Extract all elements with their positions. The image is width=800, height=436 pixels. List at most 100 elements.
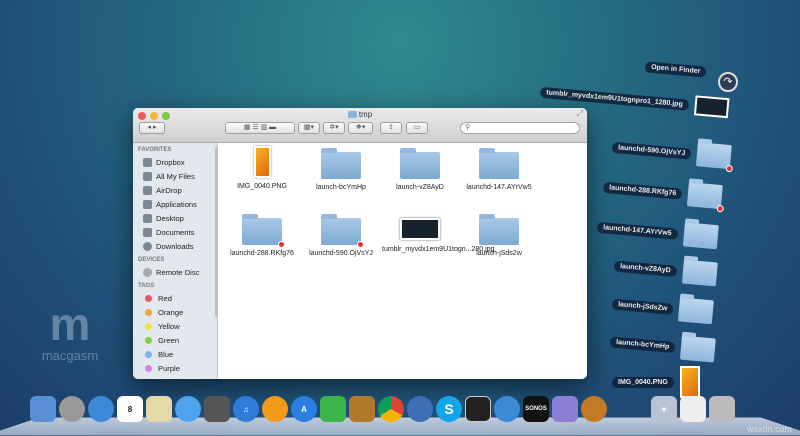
sidebar-item-documents[interactable]: Documents bbox=[133, 225, 217, 239]
stack-item[interactable]: launch-jSdsZw bbox=[611, 292, 715, 325]
folder-icon bbox=[681, 259, 718, 287]
finder-window: tmp ⤢ ◂ ▸ ▦ ☰ ▥ ▬ ▦▾ ✲▾ ❖▾ ⇪ ▭ ⚲ FAVORIT… bbox=[133, 108, 587, 379]
stack-item[interactable]: launchd-147.AYrVw5 bbox=[596, 215, 719, 250]
tag-dot-icon bbox=[145, 336, 152, 344]
folder-icon bbox=[696, 142, 734, 173]
sidebar-scrollbar[interactable] bbox=[215, 147, 218, 317]
file-item[interactable]: launch-vZ8AyD bbox=[382, 146, 458, 192]
sidebar-item-airdrop[interactable]: AirDrop bbox=[133, 183, 217, 197]
file-item[interactable]: launch-bcYmHp bbox=[303, 146, 379, 192]
airdrop-icon bbox=[143, 185, 152, 195]
tag-purple[interactable]: Purple bbox=[133, 361, 217, 375]
stack-item[interactable]: launchd-288.RKfg76 bbox=[602, 175, 725, 213]
back-forward-button[interactable]: ◂ ▸ bbox=[139, 122, 165, 134]
folder-icon bbox=[680, 335, 717, 363]
dock-messages-icon[interactable] bbox=[175, 396, 201, 422]
dock-document-icon[interactable] bbox=[680, 396, 706, 422]
action-gear-button[interactable]: ✲▾ bbox=[323, 122, 345, 134]
logo-text: macgasm bbox=[41, 348, 99, 363]
dock-sonos-icon[interactable]: SONOS bbox=[523, 396, 549, 422]
dock-chrome-icon[interactable] bbox=[378, 396, 404, 422]
dock-coffee-icon[interactable] bbox=[581, 396, 607, 422]
tag-green[interactable]: Green bbox=[133, 333, 217, 347]
file-item[interactable]: tumblr_myvdx1em9U1togn...280.jpg bbox=[382, 212, 494, 254]
dock-ibooks-icon[interactable] bbox=[262, 396, 288, 422]
share-button[interactable]: ⇪ bbox=[380, 122, 402, 134]
search-input[interactable]: ⚲ bbox=[460, 122, 580, 134]
folder-icon bbox=[321, 214, 364, 248]
dock-preview-icon[interactable] bbox=[146, 396, 172, 422]
tag-orange[interactable]: Orange bbox=[133, 305, 217, 319]
tags-header: TAGS bbox=[138, 283, 155, 289]
file-grid: IMG_0040.PNG launch-bcYmHp launch-vZ8AyD… bbox=[221, 143, 587, 379]
file-item[interactable]: launchd-590.OjVsYJ bbox=[303, 212, 379, 258]
folder-icon bbox=[347, 111, 357, 118]
tag-yellow[interactable]: Yellow bbox=[133, 319, 217, 333]
file-item[interactable]: IMG_0040.PNG bbox=[224, 146, 300, 191]
file-item[interactable]: launch-jSds2w bbox=[461, 212, 537, 258]
folder-icon bbox=[479, 148, 519, 179]
dropbox-button[interactable]: ❖▾ bbox=[348, 122, 373, 134]
tag-dot-icon bbox=[145, 308, 152, 316]
folder-icon bbox=[479, 214, 519, 245]
downloads-icon bbox=[143, 241, 152, 251]
sidebar-item-downloads[interactable]: Downloads bbox=[133, 239, 217, 253]
open-in-finder-button[interactable]: Open in Finder bbox=[644, 61, 707, 78]
sidebar-item-desktop[interactable]: Desktop bbox=[133, 211, 217, 225]
sidebar-item-applications[interactable]: Applications bbox=[133, 197, 217, 211]
dock-evernote-icon[interactable] bbox=[320, 396, 346, 422]
dock-finder-icon[interactable] bbox=[30, 396, 56, 422]
file-item[interactable]: launchd-288.RKfg76 bbox=[224, 212, 300, 258]
dock-terminal-icon[interactable] bbox=[465, 396, 491, 422]
arrange-button[interactable]: ▦▾ bbox=[298, 122, 320, 134]
macgasm-logo: m macgasm bbox=[41, 298, 99, 363]
tags-button[interactable]: ▭ bbox=[406, 122, 428, 134]
stack-item[interactable]: launchd-590.OjVsYJ bbox=[611, 135, 734, 173]
file-item[interactable]: launchd-147.AYrVw5 bbox=[461, 146, 537, 192]
open-in-finder-arrow-icon[interactable]: ↷ bbox=[718, 72, 738, 92]
dock-app-store-icon[interactable]: A bbox=[291, 396, 317, 422]
tag-dot-icon bbox=[145, 350, 152, 358]
sidebar-item-dropbox[interactable]: Dropbox bbox=[133, 155, 217, 169]
sidebar-item-all-my-files[interactable]: All My Files bbox=[133, 169, 217, 183]
dock-textexpander-icon[interactable] bbox=[494, 396, 520, 422]
folder-icon bbox=[400, 148, 440, 179]
stack-item[interactable]: launch-bcYmHp bbox=[609, 329, 717, 363]
dock-tweetbot-icon[interactable] bbox=[407, 396, 433, 422]
fullscreen-icon[interactable]: ⤢ bbox=[577, 109, 583, 119]
dock-preview-viewer-icon[interactable] bbox=[349, 396, 375, 422]
window-title: tmp bbox=[133, 110, 587, 119]
documents-icon bbox=[143, 227, 152, 237]
favorites-header: FAVORITES bbox=[138, 147, 172, 153]
dock-itunes-icon[interactable]: ♫ bbox=[233, 396, 259, 422]
dock-facetime-icon[interactable] bbox=[204, 396, 230, 422]
dock: 8 ♫ A S SONOS ▾ bbox=[30, 396, 735, 422]
applications-icon bbox=[143, 199, 152, 209]
image-file-icon bbox=[679, 366, 700, 398]
image-file-icon bbox=[253, 146, 271, 178]
sidebar-item-remote-disc[interactable]: Remote Disc bbox=[133, 265, 217, 279]
dock-separator bbox=[610, 396, 648, 422]
tag-dot-icon bbox=[145, 364, 152, 372]
stack-item[interactable]: launch-vZ8AyD bbox=[613, 254, 718, 287]
dock-calendar-icon[interactable]: 8 bbox=[117, 396, 143, 422]
folder-icon bbox=[687, 182, 725, 213]
dock-skype-icon[interactable]: S bbox=[436, 396, 462, 422]
dock-launchpad-icon[interactable] bbox=[59, 396, 85, 422]
view-mode-buttons[interactable]: ▦ ☰ ▥ ▬ bbox=[225, 122, 295, 134]
folder-icon bbox=[682, 222, 719, 250]
tag-blue[interactable]: Blue bbox=[133, 347, 217, 361]
search-icon: ⚲ bbox=[465, 124, 471, 131]
tag-dot-icon bbox=[145, 294, 152, 302]
watermark: wsxdn.com bbox=[746, 424, 792, 434]
devices-header: DEVICES bbox=[138, 257, 165, 263]
dock-trash-icon[interactable] bbox=[709, 396, 735, 422]
disc-icon bbox=[143, 267, 152, 277]
stack-item[interactable]: IMG_0040.PNG bbox=[612, 366, 700, 398]
image-thumbnail-icon bbox=[693, 95, 730, 119]
folder-icon bbox=[678, 297, 715, 325]
dock-transmit-icon[interactable] bbox=[552, 396, 578, 422]
dock-downloads-stack-icon[interactable]: ▾ bbox=[651, 396, 677, 422]
dock-safari-icon[interactable] bbox=[88, 396, 114, 422]
tag-red[interactable]: Red bbox=[133, 291, 217, 305]
